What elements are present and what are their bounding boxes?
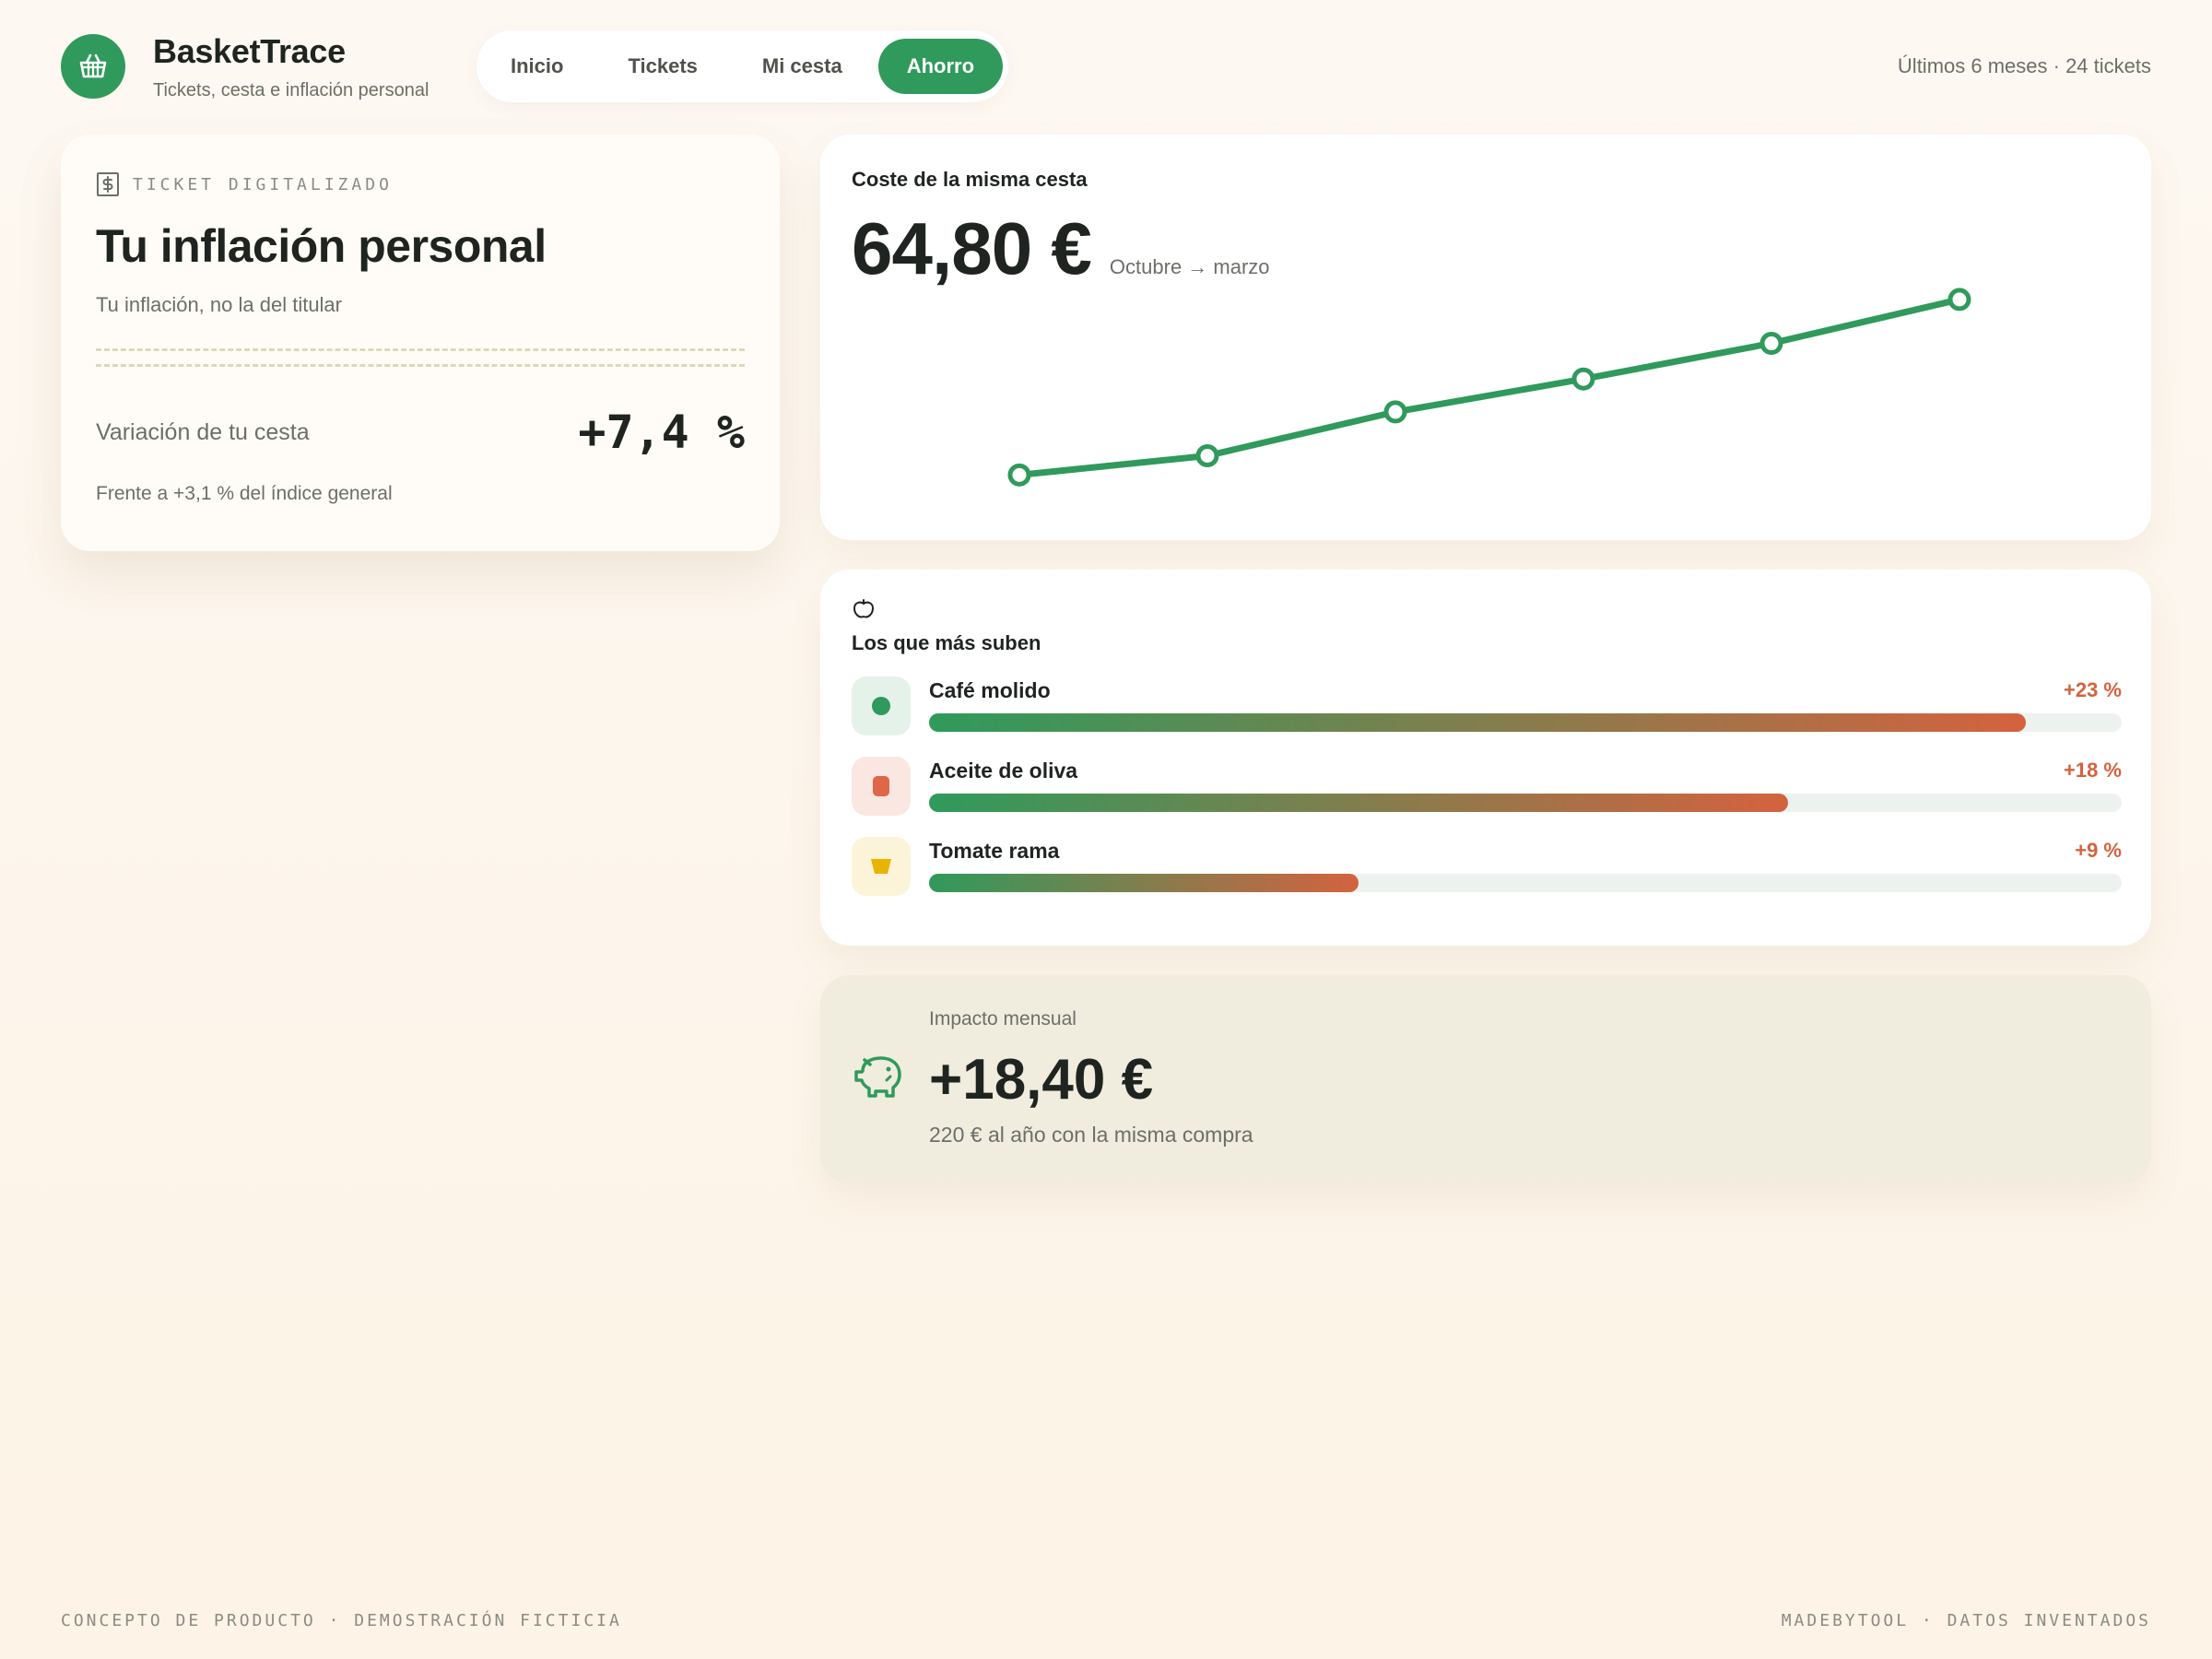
- basket-icon: [79, 53, 107, 78]
- period-summary: Últimos 6 meses · 24 tickets: [1897, 54, 2151, 77]
- impact-label: Impacto mensual: [929, 1008, 1077, 1030]
- top-risers-card: Los que más suben Café molido +23 % Acei…: [820, 570, 2151, 946]
- item-change: +23 %: [2064, 678, 2122, 701]
- tab-mi-cesta[interactable]: Mi cesta: [734, 39, 871, 94]
- series-line: [1016, 296, 1963, 478]
- ticket-eyebrow-text: TICKET DIGITALIZADO: [133, 174, 393, 194]
- app-name: BasketTrace: [153, 31, 346, 70]
- card-title: Tu inflación personal: [96, 220, 547, 272]
- item-bar-fill: [929, 794, 1788, 812]
- data-point[interactable]: [1195, 444, 1219, 467]
- item-change: +18 %: [2064, 759, 2122, 782]
- app-logo[interactable]: [61, 34, 125, 99]
- item-name: Café molido: [929, 678, 1051, 702]
- tomato-basket-icon: [852, 837, 911, 896]
- list-item[interactable]: Aceite de oliva +18 %: [852, 757, 2122, 816]
- list-item[interactable]: Café molido +23 %: [852, 677, 2122, 735]
- variation-row: Variación de tu cesta +7,4 %: [96, 406, 745, 459]
- personal-inflation-card: TICKET DIGITALIZADO Tu inflación persona…: [61, 135, 780, 551]
- data-point[interactable]: [1007, 463, 1031, 487]
- basket-cost-chart: [1007, 288, 1971, 487]
- risers-title: Los que más suben: [852, 631, 1041, 654]
- data-point[interactable]: [1383, 400, 1407, 424]
- tab-ahorro[interactable]: Ahorro: [877, 39, 1004, 94]
- item-bar-track: [929, 713, 2122, 732]
- impact-value: +18,40 €: [929, 1048, 1154, 1112]
- tab-tickets[interactable]: Tickets: [599, 39, 725, 94]
- coffee-bean-icon: [852, 677, 911, 735]
- app-header: BasketTrace Tickets, cesta e inflación p…: [61, 30, 2151, 102]
- data-point[interactable]: [1759, 332, 1783, 356]
- data-point[interactable]: [1947, 288, 1971, 312]
- item-bar-track: [929, 794, 2122, 812]
- brand: BasketTrace Tickets, cesta e inflación p…: [153, 32, 466, 101]
- basket-cost-card: Coste de la misma cesta 64,80 € Octubre …: [820, 135, 2151, 540]
- ticket-eyebrow: TICKET DIGITALIZADO: [96, 171, 745, 197]
- item-bar-fill: [929, 874, 1359, 892]
- divider: [96, 348, 745, 351]
- footer: CONCEPTO DE PRODUCTO · DEMOSTRACIÓN FICT…: [61, 1611, 2151, 1630]
- variation-label: Variación de tu cesta: [96, 418, 310, 445]
- item-name: Tomate rama: [929, 839, 1060, 863]
- app-subtitle: Tickets, cesta e inflación personal: [153, 79, 429, 100]
- tab-inicio[interactable]: Inicio: [482, 39, 592, 94]
- footer-credit: MADEBYTOOL · DATOS INVENTADOS: [1781, 1611, 2151, 1630]
- variation-value: +7,4 %: [578, 406, 745, 459]
- list-item[interactable]: Tomate rama +9 %: [852, 837, 2122, 896]
- data-point[interactable]: [1571, 367, 1595, 391]
- monthly-impact-card: Impacto mensual +18,40 € 220 € al año co…: [820, 975, 2151, 1183]
- card-subtitle: Tu inflación, no la del titular: [96, 293, 342, 316]
- piggy-bank-icon: [854, 1056, 901, 1098]
- impact-note: 220 € al año con la misma compra: [929, 1123, 1253, 1147]
- item-change: +9 %: [2075, 839, 2122, 862]
- footer-disclaimer: CONCEPTO DE PRODUCTO · DEMOSTRACIÓN FICT…: [61, 1611, 622, 1630]
- divider: [96, 364, 745, 367]
- item-bar-fill: [929, 713, 2027, 732]
- nav-tabs: Inicio Tickets Mi cesta Ahorro: [477, 30, 1009, 102]
- oil-bottle-icon: [852, 757, 911, 816]
- dollar-receipt-icon: [97, 172, 119, 196]
- item-name: Aceite de oliva: [929, 759, 1078, 782]
- item-bar-track: [929, 874, 2122, 892]
- apple-icon: [853, 599, 875, 618]
- variation-note: Frente a +3,1 % del índice general: [96, 483, 393, 504]
